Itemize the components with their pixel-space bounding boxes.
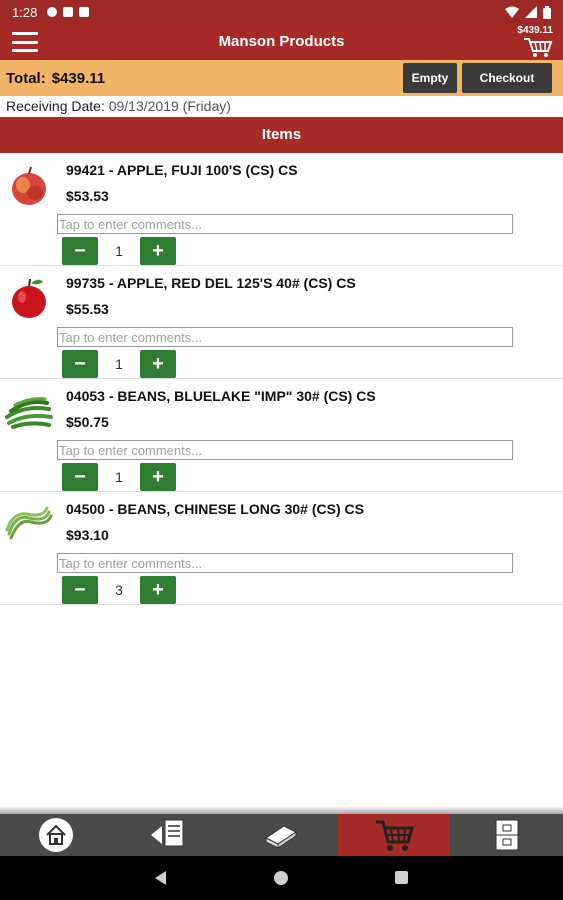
fuji-apple-image: [12, 166, 46, 205]
decrease-quantity-button[interactable]: −: [62, 349, 98, 378]
quantity-value[interactable]: 1: [98, 463, 140, 491]
cart-icon: [376, 820, 415, 851]
quantity-stepper: − 1 +: [62, 349, 176, 378]
order-guide-icon: [150, 819, 184, 847]
increase-quantity-button[interactable]: +: [140, 236, 176, 265]
back-icon[interactable]: [155, 871, 166, 885]
quantity-stepper: − 3 +: [62, 575, 176, 604]
settings-notification-icon: [47, 7, 58, 17]
checkout-button[interactable]: Checkout: [462, 63, 552, 93]
items-header: Items: [0, 117, 563, 153]
increase-quantity-button[interactable]: +: [140, 575, 176, 604]
quantity-value[interactable]: 3: [98, 576, 140, 604]
nav-order-guide[interactable]: [113, 814, 226, 856]
app-title: Manson Products: [218, 33, 345, 50]
increase-quantity-button[interactable]: +: [140, 349, 176, 378]
red-delicious-apple-image: [12, 278, 46, 318]
catalog-icon: [265, 825, 298, 849]
wifi-icon: [505, 6, 519, 18]
receiving-date-value: 09/13/2019 (Friday): [108, 98, 231, 114]
home-circle-icon[interactable]: [274, 871, 288, 885]
item-name: 99735 - APPLE, RED DEL 125'S 40# (CS) CS: [66, 275, 356, 291]
list-item: 99735 - APPLE, RED DEL 125'S 40# (CS) CS…: [0, 266, 563, 379]
nav-cart[interactable]: [337, 814, 451, 856]
comment-input[interactable]: [57, 327, 513, 347]
comment-input[interactable]: [57, 440, 513, 460]
system-nav-bar: [0, 856, 563, 900]
green-beans-image: [5, 397, 53, 429]
header-cart-button[interactable]: $439.11: [517, 25, 553, 57]
quantity-value[interactable]: 1: [98, 350, 140, 378]
home-icon: [39, 818, 74, 852]
quantity-stepper: − 1 +: [62, 462, 176, 491]
item-price: $53.53: [66, 188, 109, 204]
comment-input[interactable]: [57, 553, 513, 573]
total-label: Total:: [6, 69, 46, 87]
list-item: 04053 - BEANS, BLUELAKE "IMP" 30# (CS) C…: [0, 379, 563, 492]
list-item: 04500 - BEANS, CHINESE LONG 30# (CS) CS …: [0, 492, 563, 605]
battery-icon: [543, 5, 551, 19]
decrease-quantity-button[interactable]: −: [62, 236, 98, 265]
chinese-long-beans-image: [5, 506, 53, 540]
app-bar: Manson Products $439.11: [0, 24, 563, 60]
item-name: 99421 - APPLE, FUJI 100'S (CS) CS: [66, 162, 298, 178]
sd-card-icon: [79, 7, 90, 17]
increase-quantity-button[interactable]: +: [140, 462, 176, 491]
quantity-value[interactable]: 1: [98, 237, 140, 265]
item-price: $55.53: [66, 301, 109, 317]
notification-icon: [63, 7, 74, 17]
item-list: 99421 - APPLE, FUJI 100'S (CS) CS $53.53…: [0, 153, 563, 605]
comment-input[interactable]: [57, 214, 513, 234]
total-value: $439.11: [51, 69, 106, 87]
decrease-quantity-button[interactable]: −: [62, 462, 98, 491]
nav-catalog[interactable]: [225, 814, 338, 856]
receiving-date[interactable]: Receiving Date: 09/13/2019 (Friday): [6, 98, 231, 114]
status-bar: 1:28: [0, 0, 563, 24]
recent-apps-icon[interactable]: [395, 871, 408, 884]
nav-shadow: [0, 806, 563, 814]
cart-icon: [524, 38, 553, 57]
total-bar: Total: $439.11 Empty Checkout: [0, 60, 563, 96]
item-name: 04053 - BEANS, BLUELAKE "IMP" 30# (CS) C…: [66, 388, 376, 404]
status-time: 1:28: [12, 4, 38, 20]
item-name: 04500 - BEANS, CHINESE LONG 30# (CS) CS: [66, 501, 364, 517]
item-price: $93.10: [66, 527, 109, 543]
header-cart-total: $439.11: [517, 25, 553, 36]
account-icon: [495, 819, 519, 851]
nav-account[interactable]: [450, 814, 563, 856]
bottom-nav: [0, 814, 563, 856]
list-item: 99421 - APPLE, FUJI 100'S (CS) CS $53.53…: [0, 153, 563, 266]
decrease-quantity-button[interactable]: −: [62, 575, 98, 604]
receiving-date-label: Receiving Date:: [6, 98, 105, 114]
quantity-stepper: − 1 +: [62, 236, 176, 265]
empty-button[interactable]: Empty: [403, 63, 457, 93]
signal-icon: [525, 6, 537, 18]
item-price: $50.75: [66, 414, 109, 430]
nav-home[interactable]: [0, 814, 113, 856]
